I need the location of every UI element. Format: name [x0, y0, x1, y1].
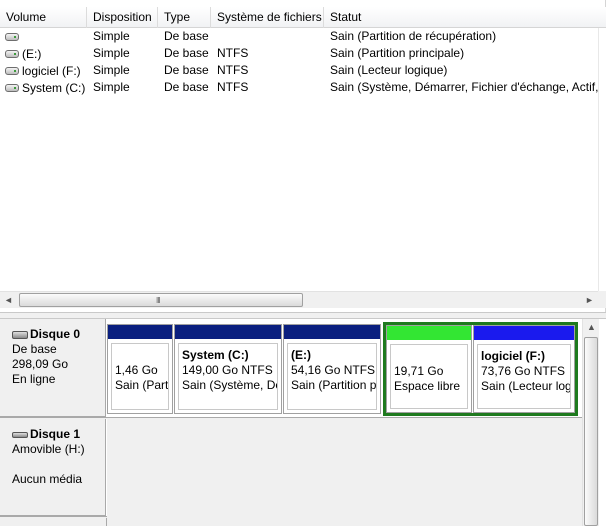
volume-cell: logiciel (F:) [0, 62, 87, 79]
partition-bar [175, 325, 281, 339]
scroll-grip-icon: III [156, 296, 161, 305]
volume-name: logiciel (F:) [22, 63, 81, 78]
filesystem-cell [211, 28, 324, 45]
partition-size: 19,71 Go [394, 364, 444, 378]
partition-size: 149,00 Go NTFS [182, 363, 273, 377]
pane-splitter[interactable] [0, 312, 606, 319]
volume-cell [0, 28, 87, 45]
disk-0-row: Disque 0 De base 298,09 Go En ligne 1,46… [0, 319, 582, 418]
partition-status: Sain (Part [115, 378, 169, 392]
list-right-edge [598, 28, 606, 291]
disk-0-state: En ligne [12, 372, 56, 386]
right-edge [599, 319, 606, 526]
type-cell: De base [164, 29, 209, 43]
partition-bar [387, 326, 471, 340]
scroll-left-icon[interactable]: ◄ [0, 292, 17, 309]
disk-1-row: Disque 1 Amovible (H:) Aucun média [0, 419, 582, 517]
volume-list-header: Volume Disposition Type Système de fichi… [0, 7, 606, 28]
column-header-status[interactable]: Statut [324, 7, 606, 28]
disposition-cell: Simple [93, 46, 130, 60]
partition-status: Sain (Lecteur log [481, 379, 571, 393]
volume-cell: System (C:) [0, 79, 87, 96]
filesystem-cell: NTFS [217, 46, 249, 60]
disposition-cell: Simple [93, 80, 130, 94]
column-header-disposition[interactable]: Disposition [87, 7, 158, 28]
disk-map-pane: Disque 0 De base 298,09 Go En ligne 1,46… [0, 319, 606, 526]
table-row[interactable]: (E:) Simple De base NTFS Sain (Partition… [0, 45, 606, 62]
scroll-right-icon[interactable]: ► [581, 292, 598, 309]
horizontal-scroll-thumb[interactable]: III [19, 293, 303, 307]
next-disk-row [0, 518, 582, 526]
partition-status: Sain (Partition p [291, 378, 377, 392]
partition-info: System (C:) 149,00 Go NTFS Sain (Système… [178, 343, 278, 410]
partition-bar [474, 326, 574, 340]
table-row[interactable]: logiciel (F:) Simple De base NTFS Sain (… [0, 62, 606, 79]
status-cell: Sain (Partition principale) [330, 46, 465, 60]
drive-icon [5, 32, 19, 41]
volume-cell: (E:) [0, 45, 87, 62]
disk-1-empty-area [107, 419, 582, 517]
disk-0-type: De base [12, 342, 57, 356]
filesystem-cell: NTFS [217, 63, 249, 77]
partition-title [115, 348, 165, 363]
hard-disk-icon [12, 330, 28, 339]
partition-title: (E:) [291, 348, 311, 362]
column-header-filesystem[interactable]: Système de fichiers [211, 7, 324, 28]
partition-system-c[interactable]: System (C:) 149,00 Go NTFS Sain (Système… [174, 324, 282, 414]
disk-1-label[interactable]: Disque 1 Amovible (H:) Aucun média [0, 419, 106, 516]
partition-info: logiciel (F:) 73,76 Go NTFS Sain (Lecteu… [477, 344, 571, 409]
disk-1-title: Disque 1 [30, 427, 81, 441]
partition-status: Espace libre [394, 379, 461, 393]
column-header-volume[interactable]: Volume [0, 7, 87, 28]
partition-title [394, 349, 464, 364]
partition-recovery[interactable]: 1,46 Go Sain (Part [107, 324, 173, 414]
disk-0-title: Disque 0 [30, 327, 81, 341]
vertical-scroll-thumb[interactable] [584, 337, 598, 526]
drive-icon [5, 83, 19, 92]
removable-disk-icon [12, 431, 28, 438]
volume-list-pane: Volume Disposition Type Système de fichi… [0, 0, 606, 312]
disk-0-name: Disque 0 [12, 327, 105, 342]
volume-name: System (C:) [22, 80, 86, 95]
status-cell: Sain (Lecteur logique) [330, 63, 448, 77]
disk-1-media: Aucun média [12, 472, 83, 486]
scroll-up-icon[interactable]: ▲ [583, 319, 600, 336]
disk-1-name: Disque 1 [12, 427, 105, 442]
scrollbar-corner [598, 291, 606, 308]
volume-name: (E:) [22, 46, 42, 61]
partition-e[interactable]: (E:) 54,16 Go NTFS Sain (Partition p [283, 324, 381, 414]
disposition-cell: Simple [93, 63, 130, 77]
partition-info: 1,46 Go Sain (Part [111, 343, 169, 410]
partition-status: Sain (Système, Dé [182, 378, 278, 392]
type-cell: De base [164, 63, 209, 77]
drive-icon [5, 49, 19, 58]
partition-size: 73,76 Go NTFS [481, 364, 566, 378]
partition-info: (E:) 54,16 Go NTFS Sain (Partition p [287, 343, 377, 410]
partition-size: 1,46 Go [115, 363, 158, 377]
disk-0-size: 298,09 Go [12, 357, 69, 371]
partition-title: System (C:) [182, 348, 249, 362]
table-row[interactable]: Simple De base Sain (Partition de récupé… [0, 28, 606, 45]
drive-icon [5, 66, 19, 75]
partition-bar [108, 325, 172, 339]
horizontal-scrollbar[interactable]: ◄ III ► [0, 291, 598, 308]
filesystem-cell: NTFS [217, 80, 249, 94]
vertical-scrollbar[interactable]: ▲ [582, 319, 599, 526]
partition-size: 54,16 Go NTFS [291, 363, 376, 377]
partition-logiciel-f[interactable]: logiciel (F:) 73,76 Go NTFS Sain (Lecteu… [473, 325, 575, 413]
status-cell: Sain (Partition de récupération) [330, 29, 497, 43]
disposition-cell: Simple [93, 29, 130, 43]
status-cell: Sain (Système, Démarrer, Fichier d'échan… [330, 80, 598, 94]
disk-0-label[interactable]: Disque 0 De base 298,09 Go En ligne [0, 319, 106, 417]
volume-list-rows: Simple De base Sain (Partition de récupé… [0, 28, 606, 96]
partition-title: logiciel (F:) [481, 349, 545, 363]
partition-bar [284, 325, 380, 339]
type-cell: De base [164, 80, 209, 94]
column-header-type[interactable]: Type [158, 7, 211, 28]
partition-free-space[interactable]: 19,71 Go Espace libre [386, 325, 472, 413]
table-row[interactable]: System (C:) Simple De base NTFS Sain (Sy… [0, 79, 606, 96]
disk-1-type: Amovible (H:) [12, 442, 85, 456]
partition-info: 19,71 Go Espace libre [390, 344, 468, 409]
type-cell: De base [164, 46, 209, 60]
